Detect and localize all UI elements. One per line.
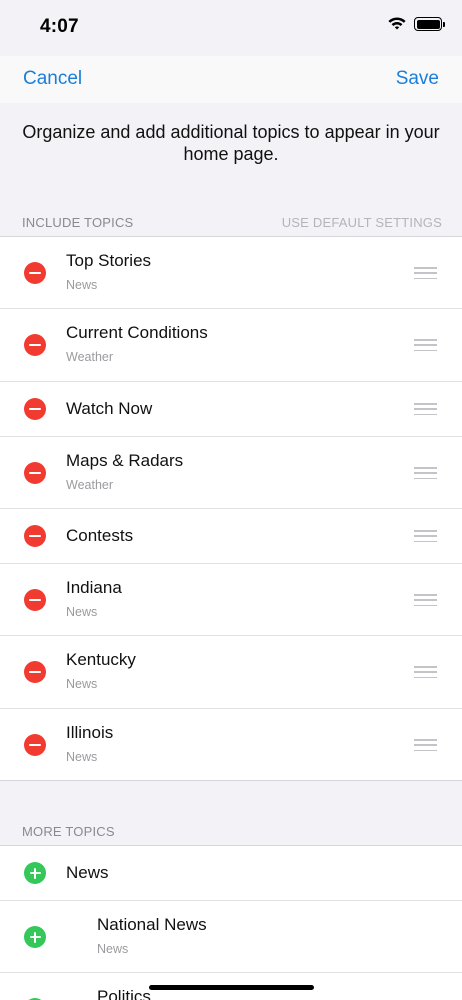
- navigation-bar: Cancel Save: [0, 56, 462, 103]
- home-indicator: [149, 985, 314, 990]
- topic-row-contests: Contests: [0, 509, 462, 564]
- topic-subtitle: News: [66, 677, 98, 691]
- topic-subtitle: Weather: [66, 350, 114, 364]
- topic-title: Illinois: [66, 723, 114, 742]
- topic-row-current-conditions: Current Conditions Weather: [0, 309, 462, 382]
- minus-circle-icon[interactable]: [24, 661, 46, 683]
- topic-title: National News: [97, 915, 207, 934]
- minus-circle-icon[interactable]: [24, 262, 46, 284]
- topic-title: Contests: [66, 526, 134, 545]
- drag-handle-icon[interactable]: [414, 739, 437, 751]
- topic-title: News: [66, 863, 109, 882]
- cancel-button[interactable]: Cancel: [23, 68, 82, 90]
- drag-handle-icon[interactable]: [414, 339, 437, 351]
- include-topics-list: Top Stories News Current Conditions Weat…: [0, 236, 462, 781]
- more-topics-list: News National News News Politics: [0, 845, 462, 1000]
- more-topic-row-national-news: National News News: [0, 901, 462, 973]
- status-time: 4:07: [40, 16, 79, 37]
- include-topics-title: INCLUDE TOPICS: [22, 215, 134, 230]
- status-bar: 4:07: [0, 0, 462, 56]
- topic-row-illinois: Illinois News: [0, 709, 462, 780]
- status-icons: [362, 17, 445, 31]
- minus-circle-icon[interactable]: [24, 334, 46, 356]
- more-topics-title: MORE TOPICS: [22, 824, 115, 839]
- drag-handle-icon[interactable]: [414, 403, 437, 415]
- cellular-signal-icon: [362, 18, 380, 30]
- more-topics-header: MORE TOPICS: [0, 820, 462, 840]
- topic-row-kentucky: Kentucky News: [0, 636, 462, 709]
- drag-handle-icon[interactable]: [414, 594, 437, 606]
- drag-handle-icon[interactable]: [414, 467, 437, 479]
- topic-row-watch-now: Watch Now: [0, 382, 462, 437]
- include-topics-header: INCLUDE TOPICS USE DEFAULT SETTINGS: [0, 211, 462, 231]
- topic-subtitle: News: [97, 942, 129, 956]
- use-default-settings-button[interactable]: USE DEFAULT SETTINGS: [282, 215, 442, 230]
- wifi-icon: [388, 17, 406, 30]
- topic-subtitle: Weather: [66, 478, 114, 492]
- topic-row-top-stories: Top Stories News: [0, 237, 462, 309]
- minus-circle-icon[interactable]: [24, 462, 46, 484]
- topic-title: Top Stories: [66, 251, 152, 270]
- topic-subtitle: News: [66, 278, 98, 292]
- minus-circle-icon[interactable]: [24, 734, 46, 756]
- intro-text: Organize and add additional topics to ap…: [22, 122, 440, 164]
- topic-title: Kentucky: [66, 650, 136, 669]
- topic-row-maps-radars: Maps & Radars Weather: [0, 437, 462, 509]
- topic-subtitle: News: [66, 750, 98, 764]
- topic-title: Politics: [97, 987, 151, 1000]
- more-topic-row-news: News: [0, 846, 462, 901]
- minus-circle-icon[interactable]: [24, 525, 46, 547]
- save-button[interactable]: Save: [396, 68, 439, 90]
- topic-subtitle: News: [66, 605, 98, 619]
- drag-handle-icon[interactable]: [414, 267, 437, 279]
- plus-circle-icon[interactable]: [24, 862, 46, 884]
- topic-title: Watch Now: [66, 399, 153, 418]
- minus-circle-icon[interactable]: [24, 398, 46, 420]
- topic-row-indiana: Indiana News: [0, 564, 462, 636]
- drag-handle-icon[interactable]: [414, 666, 437, 678]
- battery-icon: [414, 17, 445, 31]
- topic-title: Indiana: [66, 578, 122, 597]
- plus-circle-icon[interactable]: [24, 926, 46, 948]
- minus-circle-icon[interactable]: [24, 589, 46, 611]
- drag-handle-icon[interactable]: [414, 530, 437, 542]
- topic-title: Current Conditions: [66, 323, 208, 342]
- topic-title: Maps & Radars: [66, 451, 184, 470]
